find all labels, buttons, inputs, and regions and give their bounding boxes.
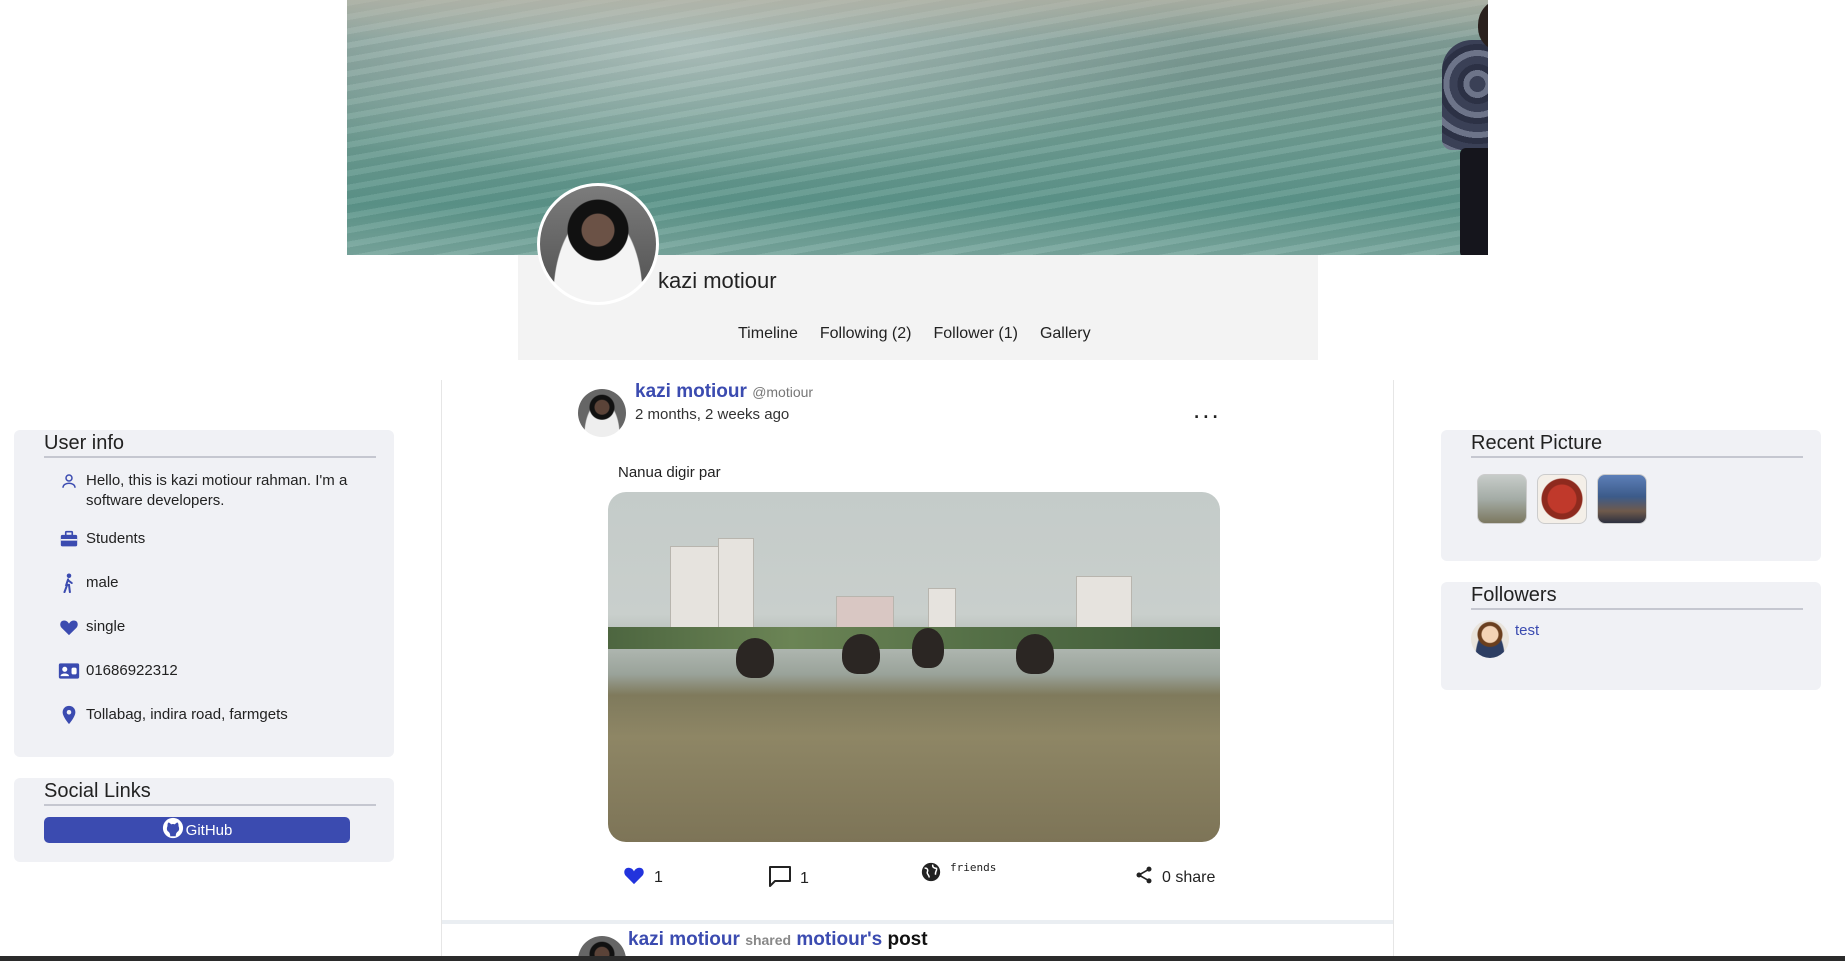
share-icon	[1134, 865, 1154, 890]
info-bio-row: Hello, this is kazi motiour rahman. I'm …	[58, 471, 394, 511]
info-gender-row: male	[58, 573, 394, 593]
tab-follower[interactable]: Follower (1)	[933, 325, 1017, 343]
comment-icon	[768, 865, 792, 892]
info-relationship-row: single	[58, 617, 394, 637]
visibility-label: friends	[950, 861, 997, 874]
info-address-row: Tollabag, indira road, farmgets	[58, 705, 394, 725]
like-count: 1	[654, 868, 663, 886]
info-relationship: single	[86, 618, 126, 635]
recent-picture-card: Recent Picture	[1441, 430, 1821, 561]
tab-gallery[interactable]: Gallery	[1040, 325, 1091, 343]
post-more-options-icon[interactable]: ...	[1193, 396, 1221, 422]
recent-picture-thumb[interactable]	[1537, 474, 1587, 524]
profile-avatar[interactable]	[537, 183, 659, 305]
github-button[interactable]: GitHub	[44, 817, 350, 843]
recent-picture-list	[1477, 474, 1821, 524]
social-links-title: Social Links	[44, 780, 376, 806]
follower-item[interactable]: test	[1471, 620, 1821, 658]
briefcase-icon	[58, 529, 80, 549]
post-author-handle[interactable]: @motiour	[752, 384, 813, 400]
user-info-title: User info	[44, 432, 376, 458]
info-phone-row: 01686922312	[58, 661, 394, 681]
location-pin-icon	[58, 705, 80, 725]
info-phone: 01686922312	[86, 662, 178, 679]
shared-verb: shared	[745, 932, 792, 948]
info-gender: male	[86, 574, 119, 591]
shared-original-owner[interactable]: motiour's	[796, 929, 882, 950]
cover-person	[1442, 0, 1488, 255]
user-info-card: User info Hello, this is kazi motiour ra…	[14, 430, 394, 757]
comment-count: 1	[800, 869, 809, 887]
shared-post-author[interactable]: kazi motiour	[628, 929, 740, 950]
contact-card-icon	[58, 661, 80, 681]
github-label: GitHub	[185, 821, 233, 839]
profile-name: kazi motiour	[658, 268, 777, 293]
cover-person-pants	[1460, 148, 1488, 255]
social-links-card: Social Links GitHub	[14, 778, 394, 862]
photo-person-head	[842, 634, 880, 674]
cover-person-shirt	[1442, 40, 1488, 150]
cover-shore	[347, 0, 1488, 40]
info-occupation: Students	[86, 530, 146, 547]
shared-post-header: kazi motiour shared motiour's post	[628, 929, 928, 951]
bottom-edge-bar	[0, 956, 1845, 961]
like-action[interactable]: 1	[622, 865, 663, 890]
heart-icon	[58, 617, 80, 637]
photo-person-head	[1016, 634, 1054, 674]
recent-picture-thumb[interactable]	[1597, 474, 1647, 524]
info-occupation-row: Students	[58, 529, 394, 549]
tab-timeline[interactable]: Timeline	[738, 325, 798, 343]
tab-following[interactable]: Following (2)	[820, 325, 912, 343]
github-icon	[162, 817, 184, 843]
comment-action[interactable]: 1	[768, 865, 809, 892]
photo-person-head	[912, 628, 944, 668]
globe-icon	[920, 861, 942, 888]
post-author-line: kazi motiour @motiour	[635, 381, 813, 403]
post-divider	[442, 920, 1393, 924]
cover-photo	[347, 0, 1488, 255]
like-heart-icon	[622, 865, 646, 890]
post-author-name[interactable]: kazi motiour	[635, 381, 747, 402]
post-photo[interactable]	[608, 492, 1220, 842]
follower-avatar[interactable]	[1471, 620, 1509, 658]
share-action[interactable]: 0 share	[1134, 865, 1215, 890]
follower-name[interactable]: test	[1515, 622, 1539, 639]
post-timestamp: 2 months, 2 weeks ago	[635, 406, 790, 423]
photo-person-head	[736, 638, 774, 678]
visibility-indicator: friends	[920, 861, 996, 888]
shared-post-word: post	[887, 929, 928, 950]
followers-card: Followers test	[1441, 582, 1821, 690]
recent-picture-title: Recent Picture	[1471, 432, 1803, 458]
info-bio: Hello, this is kazi motiour rahman. I'm …	[86, 472, 348, 509]
recent-picture-thumb[interactable]	[1477, 474, 1527, 524]
share-count: 0 share	[1162, 868, 1216, 886]
post-author-avatar[interactable]	[578, 389, 626, 437]
walking-person-icon	[58, 573, 80, 593]
profile-tabs: Timeline Following (2) Follower (1) Gall…	[738, 325, 1091, 343]
followers-title: Followers	[1471, 584, 1803, 610]
info-address: Tollabag, indira road, farmgets	[86, 706, 288, 723]
post-text: Nanua digir par	[618, 464, 721, 481]
person-icon	[58, 471, 80, 491]
